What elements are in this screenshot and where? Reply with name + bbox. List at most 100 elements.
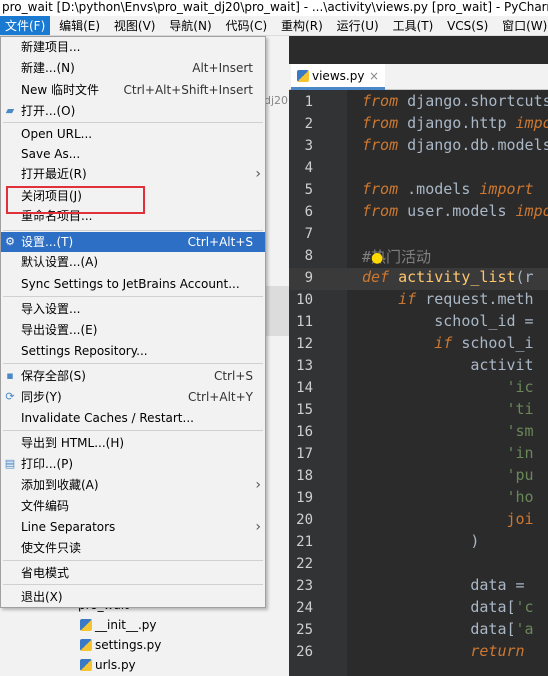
file-menu-item-6[interactable]: 打开最近(R) › [1, 164, 265, 184]
code-line: from django.db.models [362, 136, 548, 154]
line-number: 23 [296, 578, 313, 594]
menu-item-shortcut: Ctrl+Alt+S [187, 235, 253, 249]
menu-item-label: 设置...(T) [21, 235, 74, 249]
line-number: 19 [296, 490, 313, 506]
code-line: data['a [362, 620, 534, 638]
file-menu-item-12[interactable]: 导入设置... [1, 299, 265, 319]
menu-tools[interactable]: 工具(T) [388, 16, 439, 35]
line-number: 26 [296, 644, 313, 660]
close-icon[interactable]: × [369, 64, 379, 88]
menu-item-shortcut: Ctrl+Alt+Y [187, 390, 253, 404]
tab-views-py[interactable]: views.py × [291, 64, 385, 90]
file-menu-item-21[interactable]: 文件编码 [1, 496, 265, 516]
tree-file-urls[interactable]: urls.py [80, 658, 136, 672]
code-line: data['c [362, 598, 534, 616]
save-icon: ▪ [6, 369, 14, 382]
line-number: 12 [296, 336, 313, 352]
project-path-fragment: dj20 [264, 94, 289, 107]
menu-item-label: 退出(X) [21, 590, 63, 604]
code-line: def activity_list(r [362, 268, 534, 286]
file-menu-item-1[interactable]: 新建...(N) Alt+Insert [1, 58, 265, 78]
menu-item-label: 打开最近(R) [21, 167, 87, 181]
python-file-icon [80, 659, 92, 671]
file-menu-item-13[interactable]: 导出设置...(E) [1, 320, 265, 340]
file-menu-item-11[interactable]: Sync Settings to JetBrains Account... [1, 274, 265, 294]
menu-separator [3, 122, 263, 123]
line-number: 20 [296, 512, 313, 528]
menu-item-label: 导入设置... [21, 302, 81, 316]
menu-item-label: 添加到收藏(A) [21, 478, 99, 492]
file-menu-item-19[interactable]: ▤ 打印...(P) [1, 454, 265, 474]
file-menu-item-16[interactable]: ⟳ 同步(Y) Ctrl+Alt+Y [1, 387, 265, 407]
line-number: 4 [304, 160, 313, 176]
editor-tab-bar: views.py × [289, 64, 548, 90]
menu-run[interactable]: 运行(U) [332, 16, 384, 35]
code-line: school_id = [362, 312, 534, 330]
code-line: if request.meth [398, 290, 534, 308]
chevron-right-icon: › [255, 519, 261, 535]
file-menu-item-23[interactable]: 使文件只读 [1, 538, 265, 558]
file-menu-item-14[interactable]: Settings Repository... [1, 341, 265, 361]
line-number: 18 [296, 468, 313, 484]
line-number: 13 [296, 358, 313, 374]
file-menu-dropdown: 新建项目... 新建...(N) Alt+Insert New 临时文件 Ctrl+Al… [0, 36, 266, 608]
line-number: 25 [296, 622, 313, 638]
python-file-icon [80, 639, 92, 651]
line-number: 7 [304, 226, 313, 242]
file-menu-item-20[interactable]: 添加到收藏(A) › [1, 475, 265, 495]
line-number: 21 [296, 534, 313, 550]
menu-view[interactable]: 视图(V) [109, 16, 161, 35]
line-number: 17 [296, 446, 313, 462]
print-icon: ▤ [4, 457, 16, 470]
menu-window[interactable]: 窗口(W) [497, 16, 548, 35]
file-menu-item-2[interactable]: New 临时文件 Ctrl+Alt+Shift+Insert [1, 80, 265, 100]
menu-item-label: 新建项目... [21, 40, 81, 54]
folder-icon: ▰ [5, 104, 15, 117]
file-menu-item-17[interactable]: Invalidate Caches / Restart... [1, 408, 265, 428]
window-title: pro_wait [D:\python\Envs\pro_wait_dj20\p… [0, 0, 548, 16]
code-line: 'in [506, 444, 534, 462]
file-menu-item-4[interactable]: Open URL... [1, 124, 265, 144]
file-menu-item-0[interactable]: 新建项目... [1, 37, 265, 57]
line-number: 15 [296, 402, 313, 418]
menu-vcs[interactable]: VCS(S) [442, 16, 493, 35]
file-menu-item-25[interactable]: 退出(X) [1, 587, 265, 607]
menu-navigate[interactable]: 导航(N) [164, 16, 216, 35]
menu-edit[interactable]: 编辑(E) [54, 16, 105, 35]
project-scrollbar[interactable] [266, 286, 289, 336]
lightbulb-icon[interactable]: ● [371, 250, 383, 266]
file-menu-item-10[interactable]: 默认设置...(A) [1, 252, 265, 272]
file-menu-item-5[interactable]: Save As... [1, 144, 265, 164]
code-line: 'sm [506, 422, 534, 440]
menu-item-shortcut: Alt+Insert [192, 61, 253, 75]
menu-item-shortcut: Ctrl+S [213, 369, 253, 383]
file-menu-item-24[interactable]: 省电模式 [1, 563, 265, 583]
menu-file[interactable]: 文件(F) [0, 16, 51, 35]
menu-item-label: Save As... [21, 147, 81, 161]
file-menu-item-18[interactable]: 导出到 HTML...(H) [1, 433, 265, 453]
file-menu-item-15[interactable]: ▪ 保存全部(S) Ctrl+S [1, 366, 265, 386]
menu-item-label: Open URL... [21, 127, 93, 141]
file-menu-item-9[interactable]: ⚙ 设置...(T) Ctrl+Alt+S [1, 232, 265, 252]
line-number: 5 [304, 182, 313, 198]
line-number: 2 [304, 116, 313, 132]
menu-refactor[interactable]: 重构(R) [276, 16, 328, 35]
file-menu-item-3[interactable]: ▰ 打开...(O) [1, 101, 265, 121]
line-number: 11 [296, 314, 313, 330]
code-line: activit [362, 356, 534, 374]
menu-item-label: 使文件只读 [21, 541, 82, 555]
tree-file-settings[interactable]: settings.py [80, 638, 161, 652]
line-number: 24 [296, 600, 313, 616]
menu-code[interactable]: 代码(C) [220, 16, 272, 35]
code-line: ) [362, 532, 480, 550]
annotation-highlight-box [6, 186, 145, 214]
menu-separator [3, 584, 263, 585]
menu-item-label: Sync Settings to JetBrains Account... [21, 277, 240, 291]
line-number: 16 [296, 424, 313, 440]
tree-file-init[interactable]: __init__.py [80, 618, 157, 632]
file-menu-item-22[interactable]: Line Separators › [1, 517, 265, 537]
menu-bar: 文件(F) 编辑(E) 视图(V) 导航(N) 代码(C) 重构(R) 运行(U… [0, 16, 548, 36]
line-number: 14 [296, 380, 313, 396]
code-line: data = [362, 576, 525, 594]
menu-separator [3, 430, 263, 431]
